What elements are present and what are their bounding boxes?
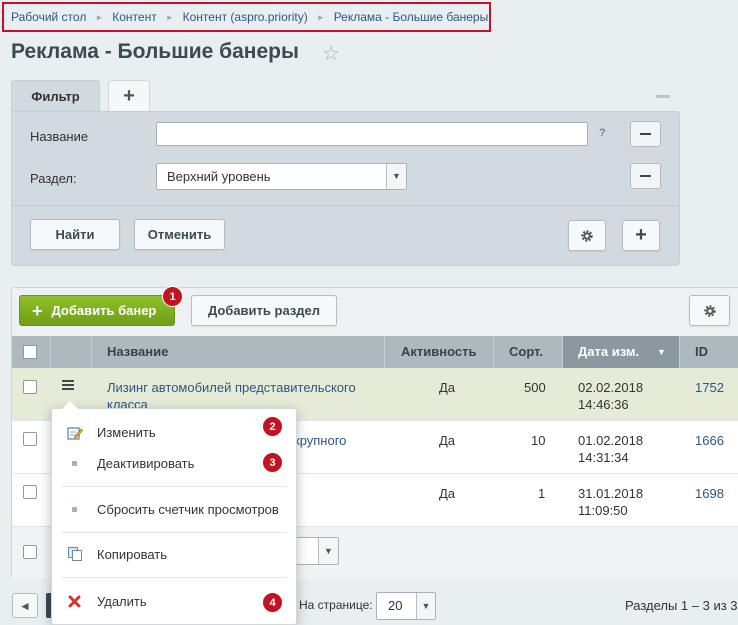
minus-icon <box>640 175 651 177</box>
row-id[interactable]: 1752 <box>695 380 724 395</box>
menu-item-copy[interactable]: Копировать <box>97 547 167 562</box>
add-banner-button[interactable]: + Добавить банер <box>19 295 175 326</box>
filter-settings-button[interactable] <box>568 220 606 251</box>
per-page-select[interactable]: 20 ▼ <box>376 592 436 620</box>
breadcrumb-item-content[interactable]: Контент <box>112 10 156 24</box>
column-date[interactable]: Дата изм. <box>578 336 639 368</box>
row-id[interactable]: 1698 <box>695 486 724 501</box>
sort-desc-icon: ▼ <box>657 347 666 357</box>
add-banner-label: Добавить банер <box>51 303 157 318</box>
row-checkbox[interactable] <box>23 380 37 394</box>
row-title-line1[interactable]: Лизинг автомобилей представительского <box>107 380 356 395</box>
breadcrumb-item-desktop[interactable]: Рабочий стол <box>11 10 86 24</box>
add-filter-tab-button[interactable]: + <box>108 80 150 112</box>
chevron-right-icon: ► <box>316 12 325 22</box>
plus-icon: + <box>32 300 43 321</box>
row-checkbox[interactable] <box>23 485 37 499</box>
column-active[interactable]: Активность <box>401 336 476 368</box>
bullet-icon <box>72 507 77 512</box>
pager-prev-button[interactable]: ◄ <box>12 593 38 618</box>
menu-item-edit[interactable]: Изменить <box>97 425 156 440</box>
row-time: 14:46:36 <box>578 397 629 412</box>
section-select-value: Верхний уровень <box>167 169 271 184</box>
row-sort: 10 <box>531 433 546 448</box>
select-all-checkbox[interactable] <box>23 345 37 359</box>
row-date: 31.01.2018 <box>578 486 644 501</box>
row-time: 11:09:50 <box>578 503 628 518</box>
filter-name-label: Название <box>30 129 89 144</box>
add-section-button[interactable]: Добавить раздел <box>191 295 337 326</box>
per-page-value: 20 <box>388 598 403 613</box>
row-sort: 1 <box>538 486 546 501</box>
chevron-down-icon: ▼ <box>386 164 406 189</box>
gear-icon <box>703 304 716 317</box>
remove-section-field-button[interactable] <box>630 163 661 189</box>
per-page-label: На странице: <box>299 598 373 612</box>
copy-icon <box>68 547 82 561</box>
row-time: 14:31:34 <box>578 450 629 465</box>
row-date: 01.02.2018 <box>578 433 644 448</box>
row-sort: 500 <box>524 380 546 395</box>
filter-divider <box>11 205 680 206</box>
breadcrumb: Рабочий стол ► Контент ► Контент (aspro.… <box>2 2 491 32</box>
column-id[interactable]: ID <box>695 336 708 368</box>
breadcrumb-item-aspro[interactable]: Контент (aspro.priority) <box>183 10 308 24</box>
menu-item-reset-views[interactable]: Сбросить счетчик просмотров <box>97 502 279 517</box>
bullet-icon <box>72 461 77 466</box>
page-title: Реклама - Большие банеры <box>11 40 299 63</box>
menu-item-deactivate[interactable]: Деактивировать <box>97 456 194 471</box>
hamburger-icon[interactable] <box>62 380 74 390</box>
list-settings-button[interactable] <box>689 295 730 326</box>
delete-icon <box>68 595 81 608</box>
column-sort[interactable]: Сорт. <box>509 336 543 368</box>
row-active: Да <box>439 433 456 448</box>
cancel-button[interactable]: Отменить <box>134 219 225 250</box>
row-title[interactable]: крупного <box>294 433 346 448</box>
help-icon[interactable]: ? <box>599 127 606 139</box>
chevron-down-icon: ▼ <box>416 593 435 619</box>
gear-icon <box>581 229 593 242</box>
add-filter-field-button[interactable]: + <box>622 220 660 251</box>
row-active: Да <box>439 380 456 395</box>
plus-icon: + <box>635 224 647 246</box>
step-badge-3: 3 <box>262 452 283 473</box>
step-badge-4: 4 <box>262 592 283 613</box>
star-icon[interactable]: ☆ <box>322 41 340 66</box>
column-name[interactable]: Название <box>107 336 168 368</box>
action-select[interactable]: ▼ <box>296 537 339 565</box>
chevron-down-icon: ▼ <box>318 538 338 564</box>
section-select[interactable]: Верхний уровень ▼ <box>156 163 407 190</box>
footer-select-all-checkbox[interactable] <box>23 545 37 559</box>
row-date: 02.02.2018 <box>578 380 644 395</box>
plus-icon: + <box>123 85 135 107</box>
menu-arrow <box>62 401 78 409</box>
filter-section-label: Раздел: <box>30 171 77 186</box>
menu-item-delete[interactable]: Удалить <box>97 594 147 609</box>
minus-icon <box>640 133 651 135</box>
minimize-filter-icon[interactable] <box>656 95 670 98</box>
filter-name-input[interactable] <box>156 122 588 146</box>
tab-filter[interactable]: Фильтр <box>11 80 100 112</box>
find-button[interactable]: Найти <box>30 219 120 250</box>
row-active: Да <box>439 486 456 501</box>
breadcrumb-item-current[interactable]: Реклама - Большие банеры <box>334 10 489 24</box>
step-badge-1: 1 <box>162 286 183 307</box>
edit-icon <box>67 427 83 440</box>
sections-count: Разделы 1 – 3 из 3 <box>625 598 738 613</box>
step-badge-2: 2 <box>262 416 283 437</box>
chevron-right-icon: ► <box>95 12 104 22</box>
remove-name-field-button[interactable] <box>630 121 661 147</box>
row-checkbox[interactable] <box>23 432 37 446</box>
row-id[interactable]: 1666 <box>695 433 724 448</box>
chevron-right-icon: ► <box>165 12 174 22</box>
chevron-left-icon: ◄ <box>19 598 31 613</box>
